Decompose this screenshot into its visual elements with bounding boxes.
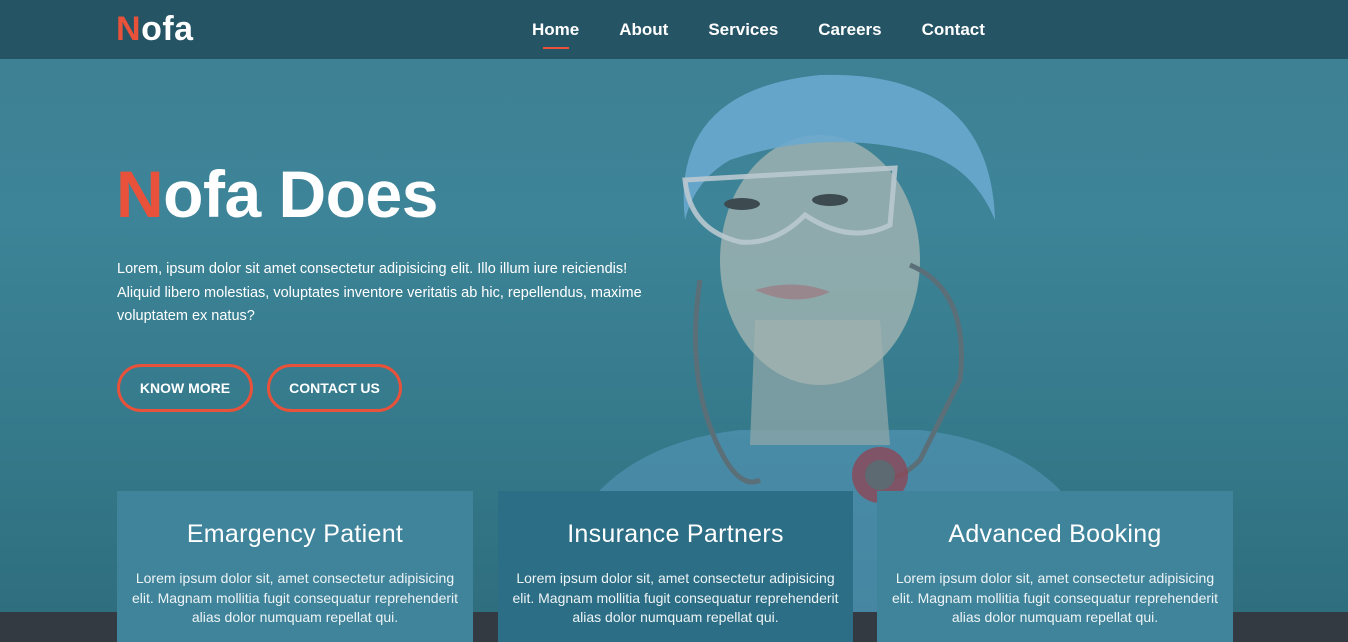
card-title: Emargency Patient [186,520,404,548]
feature-card-booking[interactable]: Advanced Booking Lorem ipsum dolor sit, … [877,491,1233,642]
logo-text: ofa [141,10,194,48]
card-title: Insurance Partners [567,520,784,548]
nav-item-contact[interactable]: Contact [902,0,1005,59]
feature-card-emergency[interactable]: Emargency Patient Lorem ipsum dolor sit,… [117,491,473,642]
card-text: Lorem ipsum dolor sit, amet consectetur … [131,570,459,625]
hero-description: Lorem, ipsum dolor sit amet consectetur … [117,261,642,324]
site-logo[interactable]: Nofa [116,10,194,49]
nav-item-careers[interactable]: Careers [798,0,901,59]
contact-us-button[interactable]: CONTACT US [267,364,402,412]
feature-card-insurance[interactable]: Insurance Partners Lorem ipsum dolor sit… [498,491,853,642]
nav-item-home[interactable]: Home [512,0,599,59]
logo-accent-letter: N [116,10,142,48]
know-more-button[interactable]: KNOW MORE [117,364,253,412]
hero-title-accent: N [116,157,164,231]
nav-item-about[interactable]: About [599,0,688,59]
nav-item-services[interactable]: Services [688,0,798,59]
card-text: Lorem ipsum dolor sit, amet consectetur … [512,570,839,625]
card-text: Lorem ipsum dolor sit, amet consectetur … [891,570,1219,625]
hero-title: Nofa Does [116,156,438,232]
hero-title-text: ofa Does [163,157,438,231]
main-nav: Home About Services Careers Contact [512,0,1005,59]
card-title: Advanced Booking [948,520,1162,548]
top-navbar: Nofa Home About Services Careers Contact [0,0,1348,59]
